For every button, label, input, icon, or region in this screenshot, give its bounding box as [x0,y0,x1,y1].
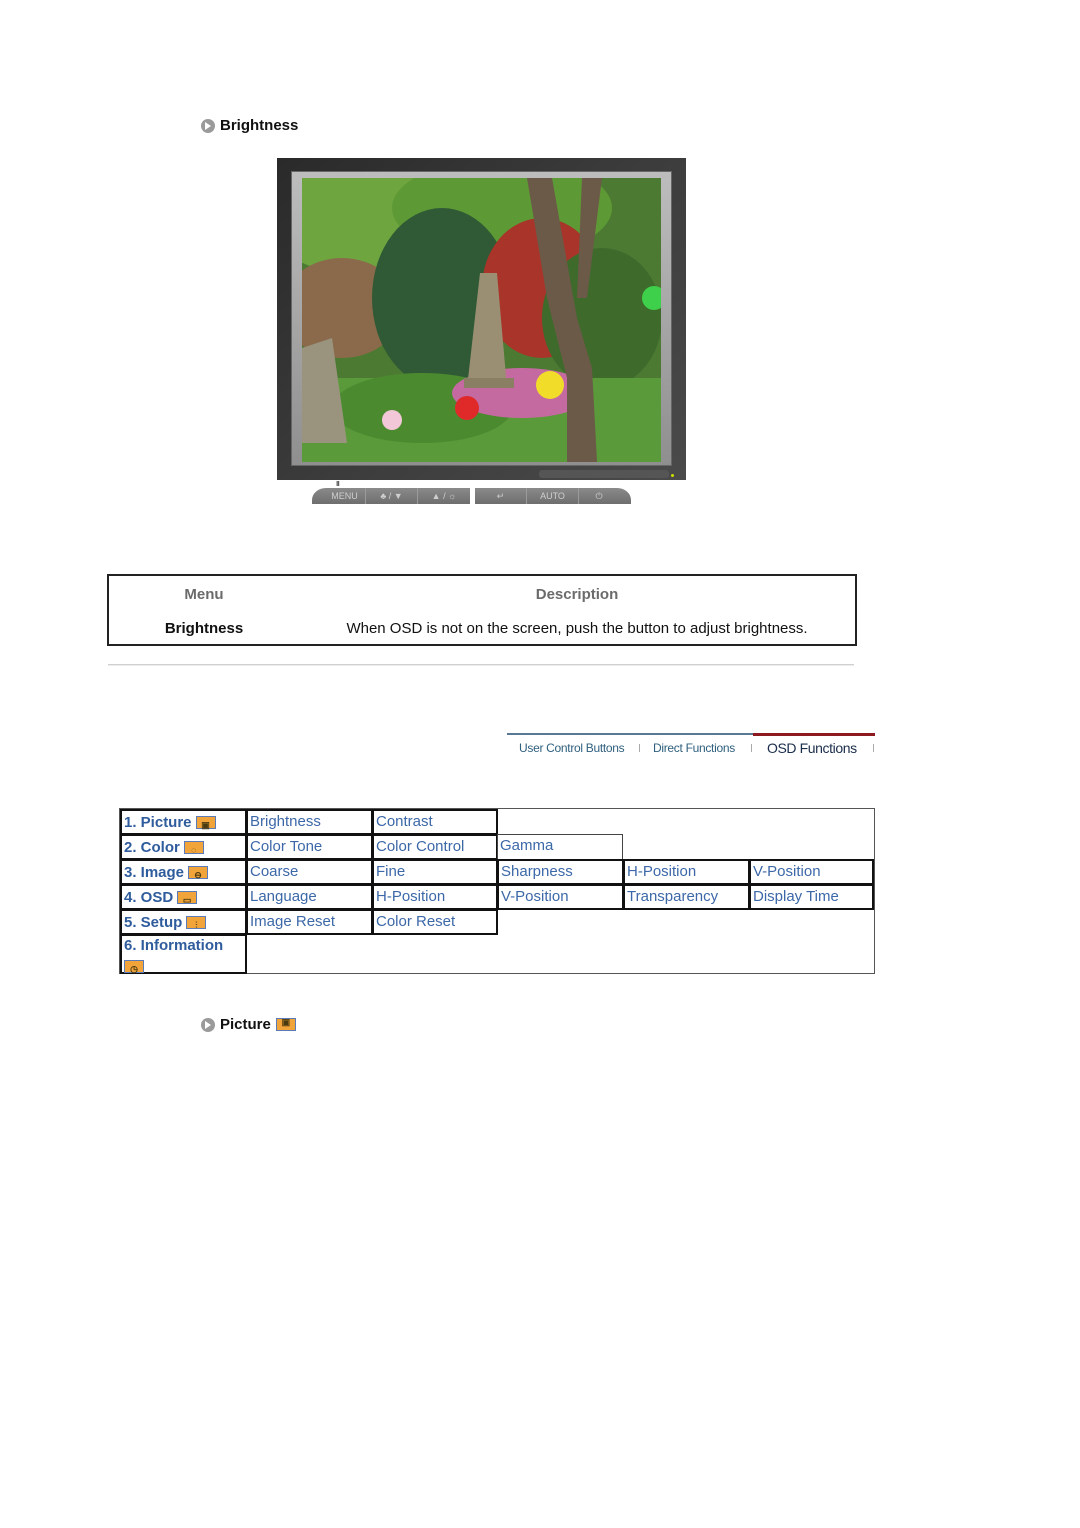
arrow-circle-icon [201,118,215,133]
menu-item-color-control[interactable]: Color Control [372,834,498,860]
category-picture[interactable]: 1. Picture ▣ [120,809,247,835]
menu-item-color-tone[interactable]: Color Tone [246,834,373,860]
menu-item-language[interactable]: Language [246,884,373,910]
monitor-screen-photo [302,178,661,462]
menu-item-v-position[interactable]: V-Position [749,859,874,885]
button-group-right: ↵ AUTO ⏻ [475,488,631,504]
monitor-front-controls [539,470,669,478]
menu-item-h-position[interactable]: H-Position [623,859,750,885]
tab-osd-functions[interactable]: OSD Functions [767,740,857,756]
auto-button[interactable]: AUTO [527,488,579,504]
section-title: Picture [220,1016,271,1033]
tab-separator [751,744,752,752]
description-table: Menu Description Brightness When OSD is … [107,574,857,646]
section-heading-picture: Picture ▣ [201,1016,296,1033]
power-led-icon [671,474,674,477]
up-brightness-button[interactable]: ▲ / ☼ [418,488,470,504]
menu-item-fine[interactable]: Fine [372,859,498,885]
section-heading-brightness: Brightness [201,117,298,134]
tab-separator [639,744,640,752]
osd-icon: ▭ [177,890,198,905]
table-row: Brightness When OSD is not on the screen… [109,620,855,637]
monitor-illustration [277,158,686,480]
garden-photo [302,178,661,462]
menu-item-display-time[interactable]: Display Time [749,884,874,910]
menu-indicator: III [336,481,340,488]
magicbright-down-button[interactable]: ♣ / ▼ [366,488,418,504]
header-description: Description [535,586,619,603]
menu-item-osd-h-position[interactable]: H-Position [372,884,498,910]
table-header-row: Menu Description [109,586,855,603]
menu-item-osd-v-position[interactable]: V-Position [497,884,624,910]
color-icon: ◌ [183,840,204,855]
header-menu: Menu [184,586,224,603]
divider [108,664,854,666]
tab-user-control-buttons[interactable]: User Control Buttons [519,741,625,755]
power-button[interactable]: ⏻ [579,488,619,504]
button-group-left: MENU ♣ / ▼ ▲ / ☼ [312,488,470,504]
section-title: Brightness [220,117,299,134]
enter-button[interactable]: ↵ [475,488,527,504]
active-tab-indicator [753,733,875,736]
category-setup[interactable]: 5. Setup ⫶ [120,909,247,935]
monitor-button-bar: MENU ♣ / ▼ ▲ / ☼ ↵ AUTO ⏻ [312,488,631,504]
category-osd[interactable]: 4. OSD ▭ [120,884,247,910]
menu-item-image-reset[interactable]: Image Reset [246,909,373,935]
menu-item-coarse[interactable]: Coarse [246,859,373,885]
monitor-bezel [291,171,672,466]
category-information[interactable]: 6. Information ◷ [120,934,247,974]
menu-item-transparency[interactable]: Transparency [623,884,750,910]
menu-item-color-reset[interactable]: Color Reset [372,909,498,935]
tab-separator [873,744,874,752]
picture-icon: ▣ [195,815,216,830]
tabs-underline [507,733,753,735]
picture-icon: ▣ [275,1017,296,1031]
section-tabs: User Control Buttons Direct Functions OS… [507,733,875,763]
information-icon: ◷ [124,959,144,974]
row-description: When OSD is not on the screen, push the … [346,620,808,637]
category-image[interactable]: 3. Image ⊖ [120,859,247,885]
row-menu: Brightness [164,620,244,637]
menu-item-gamma[interactable]: Gamma [497,834,623,860]
image-icon: ⊖ [188,865,209,880]
tab-direct-functions[interactable]: Direct Functions [653,741,735,755]
category-color[interactable]: 2. Color ◌ [120,834,247,860]
arrow-circle-icon [201,1017,215,1032]
menu-button[interactable]: MENU [324,488,366,504]
setup-icon: ⫶ [186,915,207,930]
menu-item-sharpness[interactable]: Sharpness [497,859,624,885]
menu-item-contrast[interactable]: Contrast [372,809,498,835]
menu-item-brightness[interactable]: Brightness [246,809,373,835]
